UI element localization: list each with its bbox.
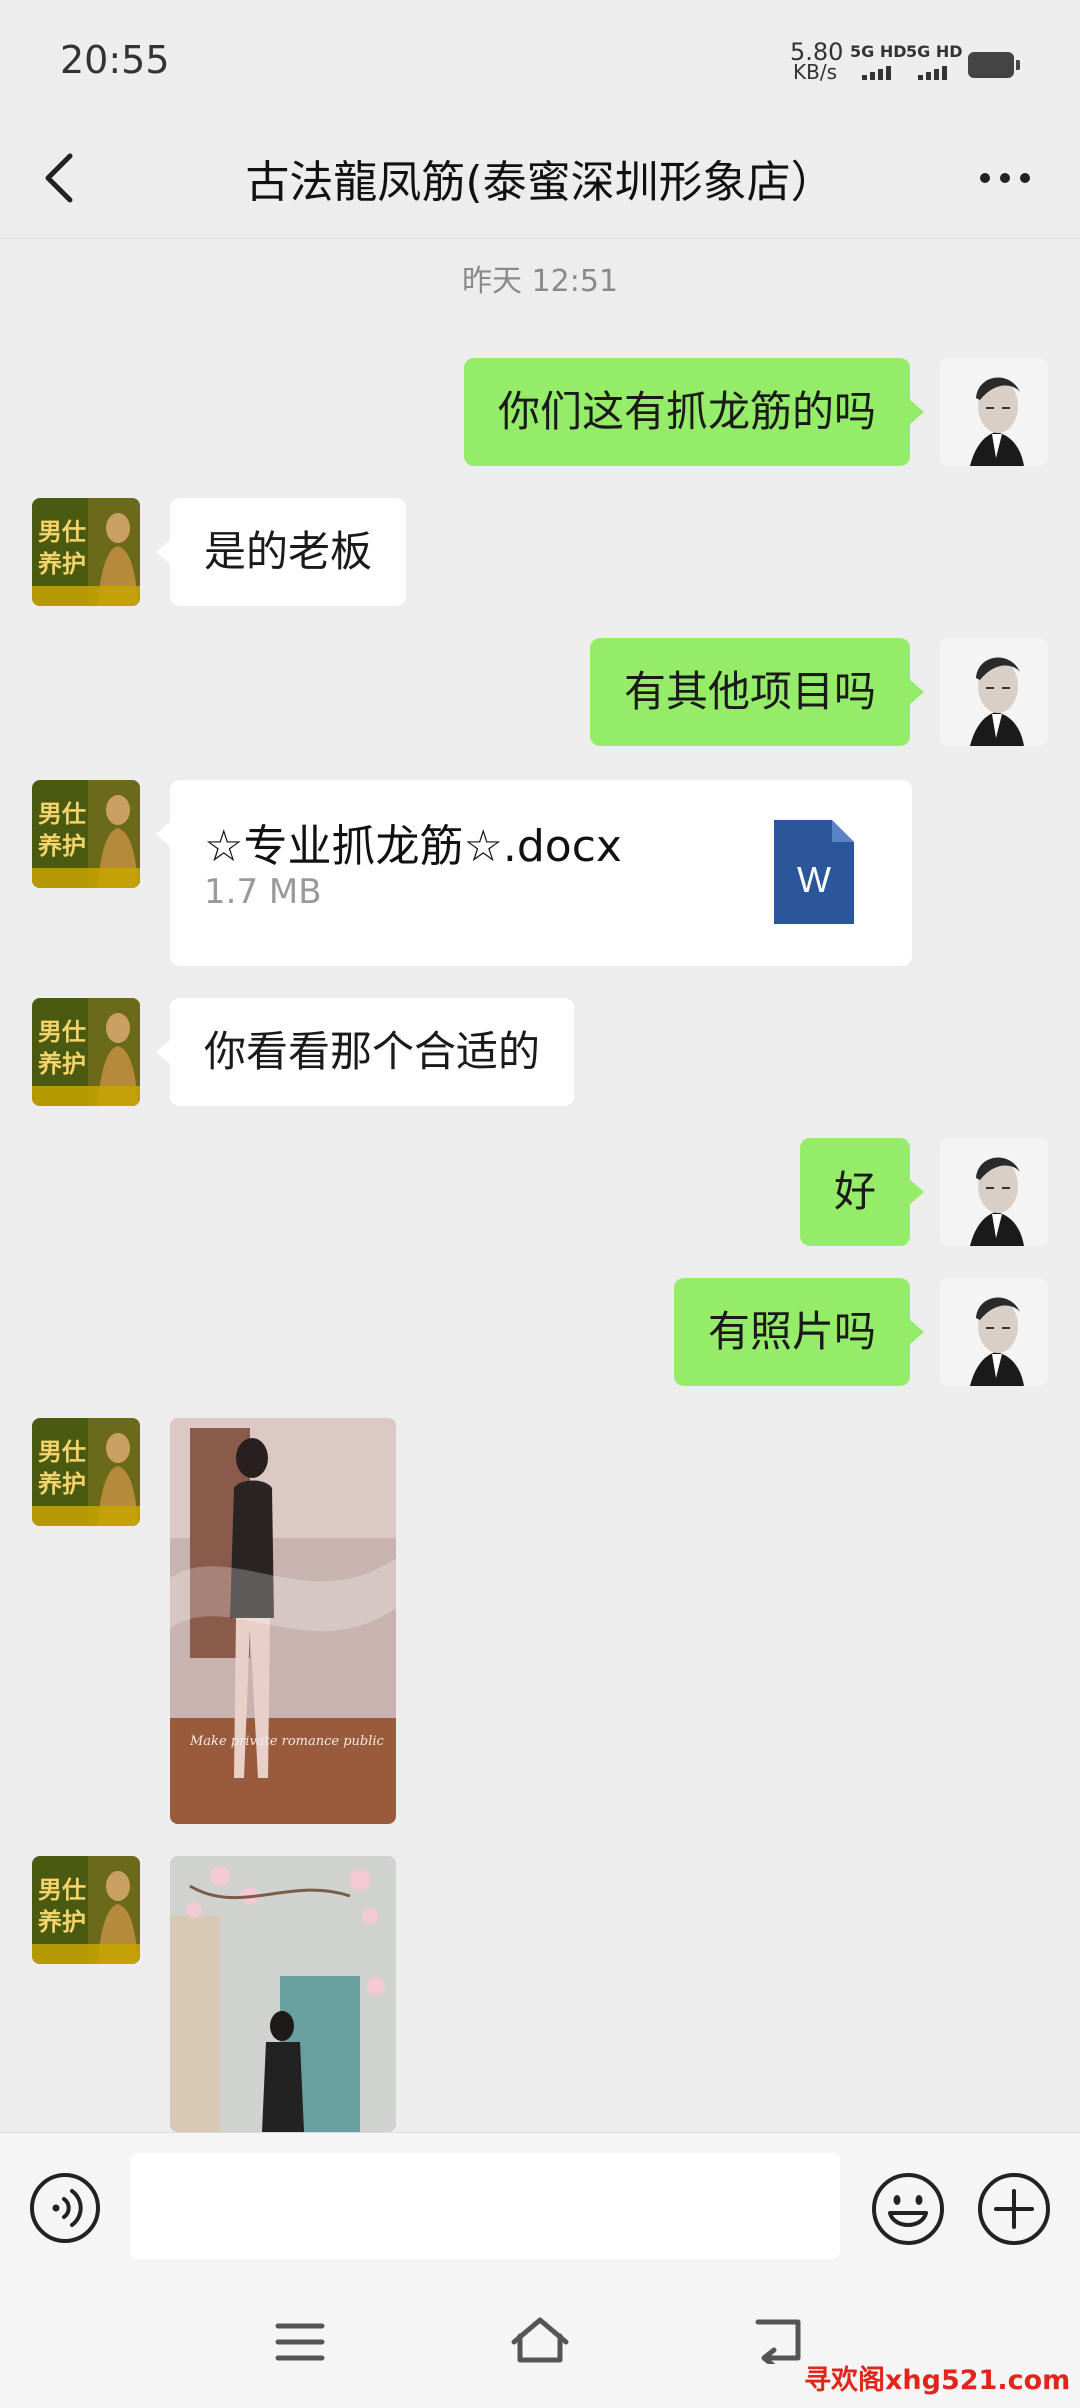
recent-apps-icon[interactable] [274, 2320, 326, 2364]
more-options-icon[interactable] [975, 158, 1035, 198]
signal-icon [918, 66, 947, 80]
message-bubble-received[interactable]: 是的老板 [155, 498, 407, 606]
file-message-card[interactable]: ☆专业抓龙筋☆.docx 1.7 MB W [156, 780, 912, 966]
avatar-text-line2: 养护 [37, 1049, 86, 1078]
sim2-label: 5G HD [906, 42, 963, 61]
message-bubble-sent[interactable]: 有照片吗 [673, 1278, 925, 1386]
file-size: 1.7 MB [204, 872, 322, 912]
plus-icon[interactable] [976, 2171, 1052, 2247]
my-avatar[interactable] [940, 1138, 1048, 1246]
sim1-label: 5G HD [850, 42, 907, 61]
photo-caption: Make private romance public [190, 1734, 384, 1749]
voice-input-icon[interactable] [28, 2171, 102, 2245]
svg-text:W: W [797, 859, 831, 900]
home-icon[interactable] [508, 2314, 572, 2366]
network-speed-unit: KB/s [793, 60, 837, 84]
message-bubble-sent[interactable]: 有其他项目吗 [589, 638, 925, 746]
photo-thumbnail [170, 1418, 396, 1824]
word-doc-icon: W [774, 820, 854, 924]
image-message[interactable] [170, 1856, 396, 2132]
emoji-icon[interactable] [870, 2171, 946, 2247]
file-name: ☆专业抓龙筋☆.docx [204, 821, 622, 872]
network-speed: 5.80 KB/s [790, 38, 844, 84]
avatar-text-line1: 男仕 [38, 517, 86, 546]
status-time: 20:55 [60, 38, 170, 82]
message-input-bar [0, 2132, 1080, 2275]
avatar-text-line1: 男仕 [38, 799, 86, 828]
chat-title: 古法龍凤筋(泰蜜深圳形象店） [245, 157, 835, 208]
contact-avatar[interactable]: 男仕 养护 [32, 498, 140, 606]
avatar-text-line1: 男仕 [38, 1875, 86, 1904]
system-back-icon[interactable] [752, 2316, 808, 2364]
contact-avatar[interactable]: 男仕 养护 [32, 998, 140, 1106]
message-bubble-sent[interactable]: 你们这有抓龙筋的吗 [463, 358, 925, 466]
contact-avatar[interactable]: 男仕 养护 [32, 1856, 140, 1964]
watermark: 寻欢阁xhg521.com [804, 2365, 1071, 2396]
network-speed-value: 5.80 [790, 38, 844, 66]
my-avatar[interactable] [940, 1278, 1048, 1386]
status-bar: 20:55 5.80 KB/s 5G HD 5G HD [0, 0, 1080, 120]
my-avatar[interactable] [940, 638, 1048, 746]
photo-thumbnail [170, 1856, 396, 2132]
message-timestamp: 昨天 12:51 [462, 264, 618, 299]
my-avatar[interactable] [940, 358, 1048, 466]
avatar-text-line2: 养护 [37, 831, 86, 860]
chat-header: 古法龍凤筋(泰蜜深圳形象店） [0, 120, 1080, 239]
back-arrow-icon[interactable] [40, 148, 80, 208]
avatar-text-line2: 养护 [37, 1469, 86, 1498]
avatar-text-line1: 男仕 [38, 1437, 86, 1466]
avatar-text-line2: 养护 [37, 549, 86, 578]
message-bubble-sent[interactable]: 好 [799, 1138, 925, 1246]
message-input[interactable] [130, 2153, 840, 2259]
image-message[interactable]: Make private romance public [170, 1418, 396, 1824]
message-bubble-received[interactable]: 你看看那个合适的 [155, 998, 575, 1106]
contact-avatar[interactable]: 男仕 养护 [32, 1418, 140, 1526]
contact-avatar[interactable]: 男仕 养护 [32, 780, 140, 888]
signal-icon [862, 66, 891, 80]
battery-icon [968, 52, 1020, 78]
avatar-text-line1: 男仕 [38, 1017, 86, 1046]
avatar-text-line2: 养护 [37, 1907, 86, 1936]
